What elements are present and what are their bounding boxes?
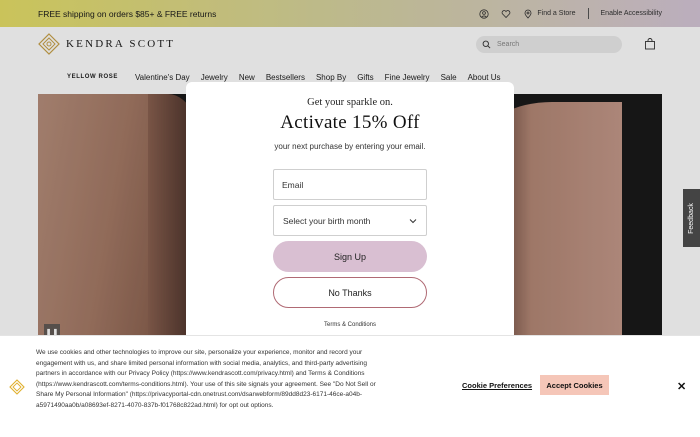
cookie-banner: We use cookies and other technologies to… [0,335,700,437]
cookie-preferences-link[interactable]: Cookie Preferences [462,381,532,390]
sign-up-button[interactable]: Sign Up [273,241,427,272]
cookie-notice-text: We use cookies and other technologies to… [36,349,376,409]
terms-link[interactable]: Terms & Conditions [324,322,376,328]
brand-logo-small-icon [9,379,25,395]
modal-subtitle: your next purchase by entering your emai… [274,142,426,151]
no-thanks-button[interactable]: No Thanks [273,277,427,308]
chevron-down-icon [409,218,417,223]
birth-month-value: Select your birth month [283,215,371,226]
feedback-tab[interactable]: Feedback [683,189,700,247]
close-icon[interactable]: ✕ [677,380,686,393]
birth-month-select[interactable]: Select your birth month [273,205,427,236]
accept-cookies-button[interactable]: Accept Cookies [540,375,609,395]
signup-modal: Get your sparkle on. Activate 15% Off yo… [186,82,514,342]
modal-pretitle: Get your sparkle on. [307,97,393,108]
feedback-label: Feedback [688,202,695,234]
modal-title: Activate 15% Off [280,112,420,133]
email-field[interactable] [273,169,427,200]
